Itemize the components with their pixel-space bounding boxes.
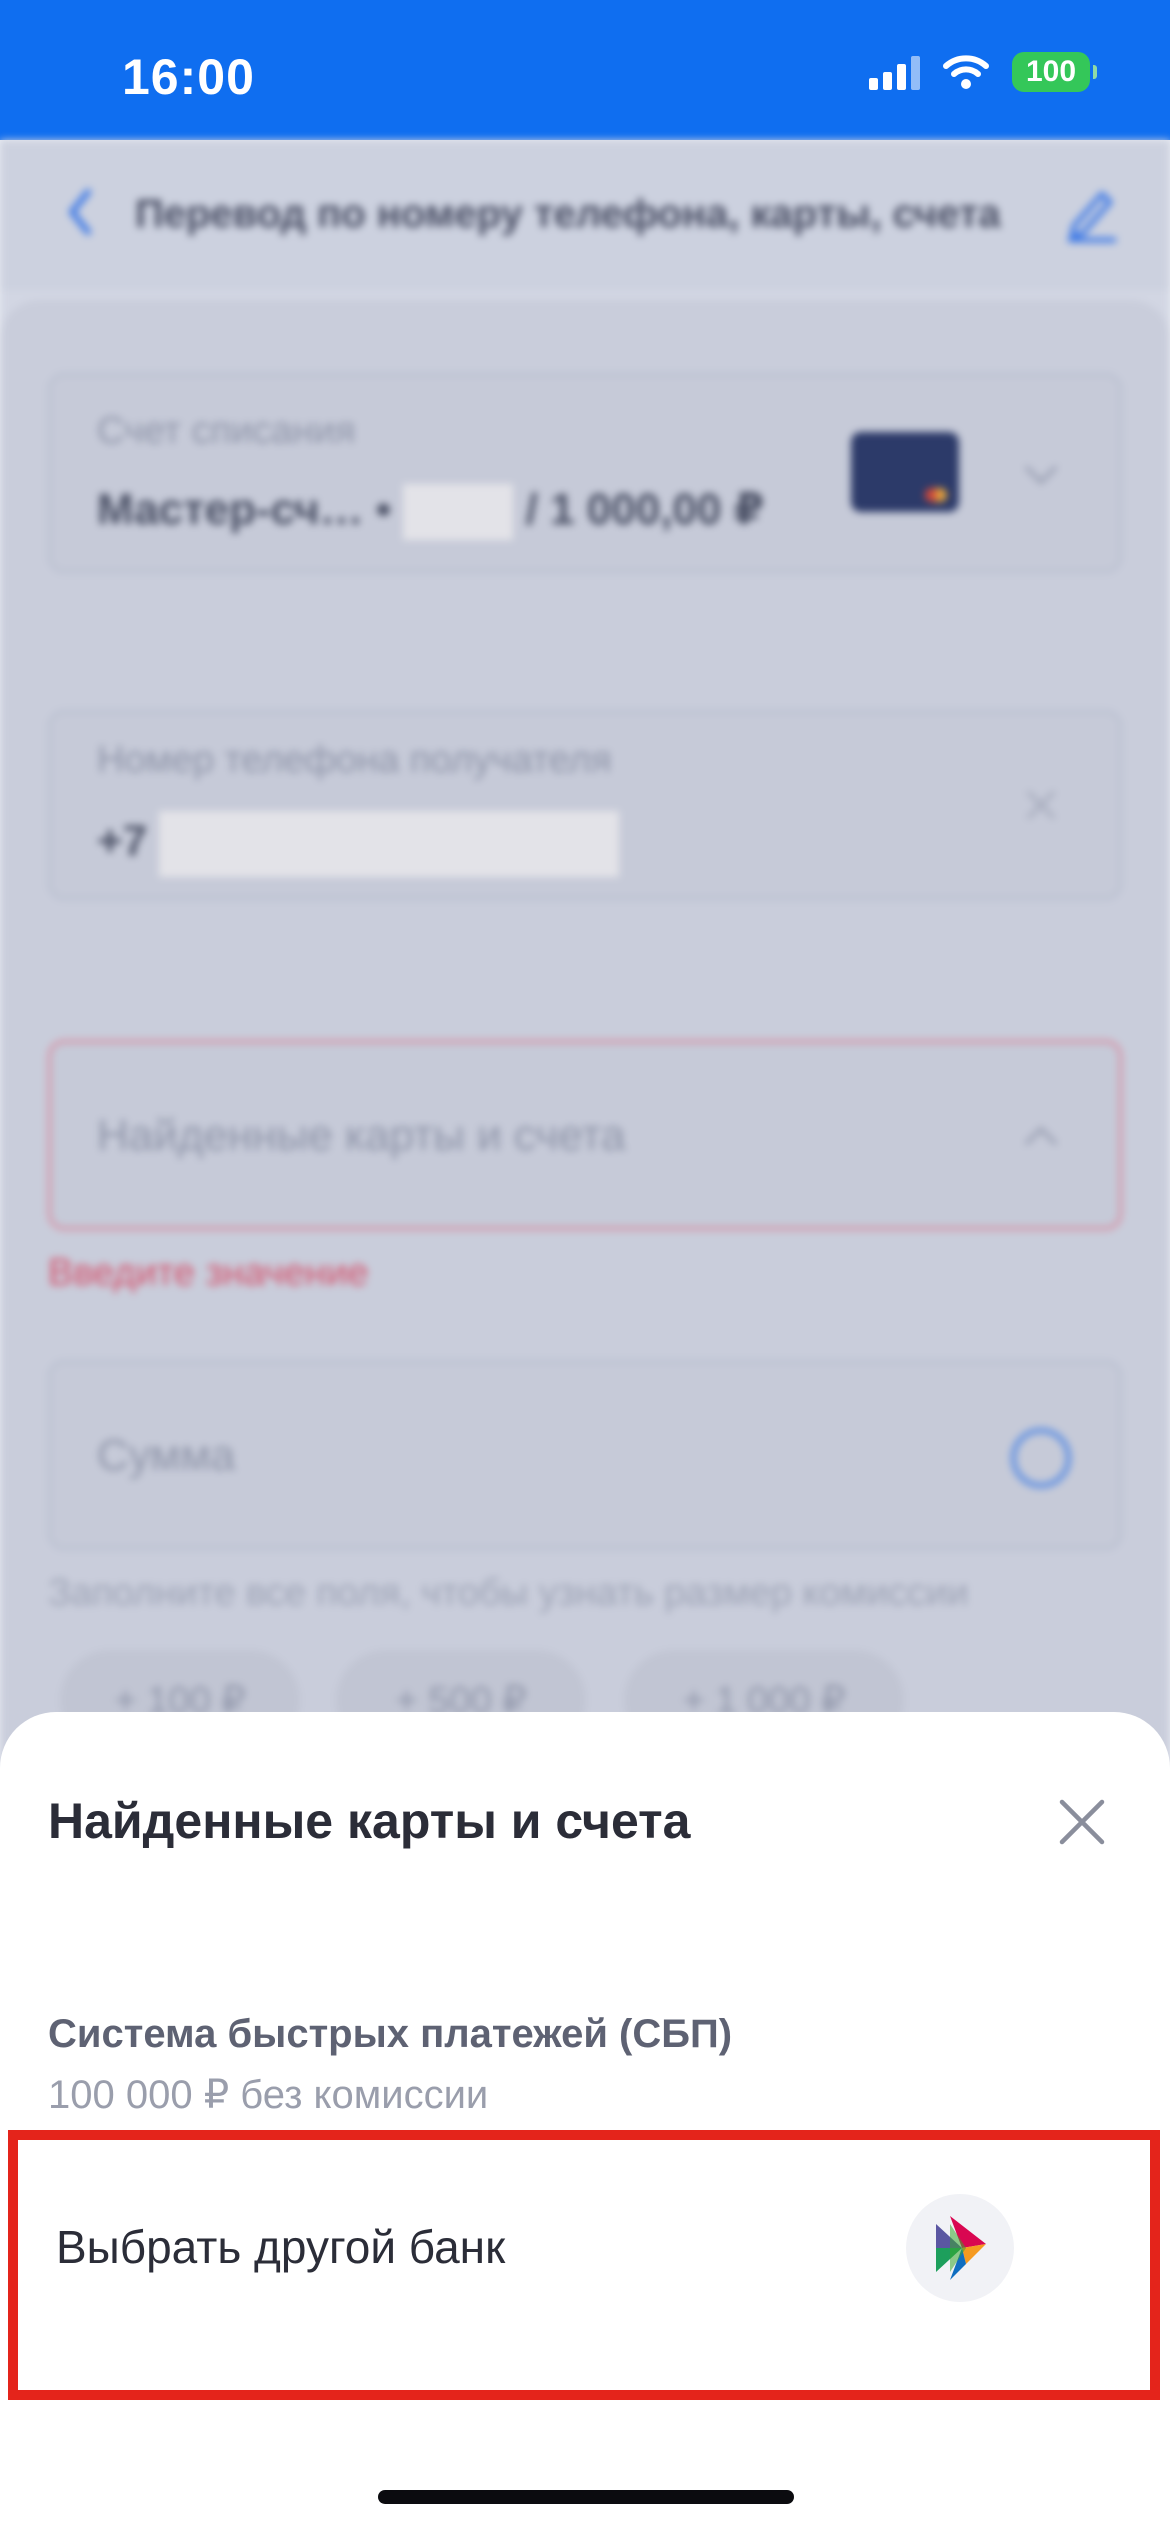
choose-other-bank-button[interactable]: Выбрать другой банк	[8, 2130, 1160, 2400]
sbp-section-subtitle: 100 000 ₽ без комиссии	[48, 2073, 489, 2117]
amount-placeholder: Сумма	[97, 1431, 236, 1480]
chevron-down-icon[interactable]	[1021, 454, 1061, 494]
page-title: Перевод по номеру телефона, карты, счета	[135, 192, 1001, 236]
masked-account-number	[403, 484, 514, 541]
edit-pencil-icon[interactable]	[1062, 180, 1122, 244]
nav-bar: Перевод по номеру телефона, карты, счета	[0, 140, 1170, 290]
masked-phone-number	[159, 811, 620, 877]
status-icons: 100	[869, 52, 1097, 92]
battery-icon: 100	[1012, 52, 1097, 92]
amount-field[interactable]: Сумма	[48, 1360, 1122, 1550]
found-cards-field[interactable]: Найденные карты и счета	[48, 1040, 1122, 1230]
debit-account-label: Счет списания	[97, 410, 356, 452]
back-arrow-icon[interactable]	[60, 182, 100, 242]
status-bar: 16:00 100	[0, 0, 1170, 140]
debit-account-name: Мастер-сч… •	[97, 485, 392, 534]
found-cards-error: Введите значение	[48, 1252, 369, 1294]
phone-label: Номер телефона получателя	[97, 739, 612, 781]
cellular-signal-icon	[869, 54, 920, 90]
found-cards-placeholder: Найденные карты и счета	[97, 1111, 626, 1160]
debit-account-field[interactable]: Счет списания Мастер-сч… • / 1 000,00 ₽	[48, 373, 1122, 573]
wifi-icon	[943, 55, 989, 89]
chevron-up-icon[interactable]	[1021, 1117, 1061, 1157]
sbp-section-title: Система быстрых платежей (СБП)	[48, 2012, 733, 2056]
sheet-title: Найденные карты и счета	[48, 1793, 691, 1849]
card-thumbnail	[851, 432, 959, 512]
info-icon[interactable]	[1011, 1428, 1071, 1488]
phone-value: +7	[97, 811, 620, 877]
clear-icon[interactable]	[1021, 785, 1061, 825]
phone-field[interactable]: Номер телефона получателя +7	[48, 710, 1122, 900]
choose-other-bank-label: Выбрать другой банк	[56, 2221, 506, 2273]
debit-account-balance: / 1 000,00 ₽	[525, 485, 765, 534]
sbp-logo-icon	[906, 2194, 1014, 2302]
home-indicator	[378, 2490, 794, 2504]
phone-prefix: +7	[97, 816, 148, 866]
amount-hint: Заполните все поля, чтобы узнать размер …	[48, 1572, 969, 1614]
status-time: 16:00	[122, 49, 255, 105]
close-icon[interactable]	[1054, 1794, 1110, 1850]
debit-account-value: Мастер-сч… • / 1 000,00 ₽	[97, 484, 765, 541]
bottom-sheet: Найденные карты и счета Система быстрых …	[0, 1712, 1170, 2532]
